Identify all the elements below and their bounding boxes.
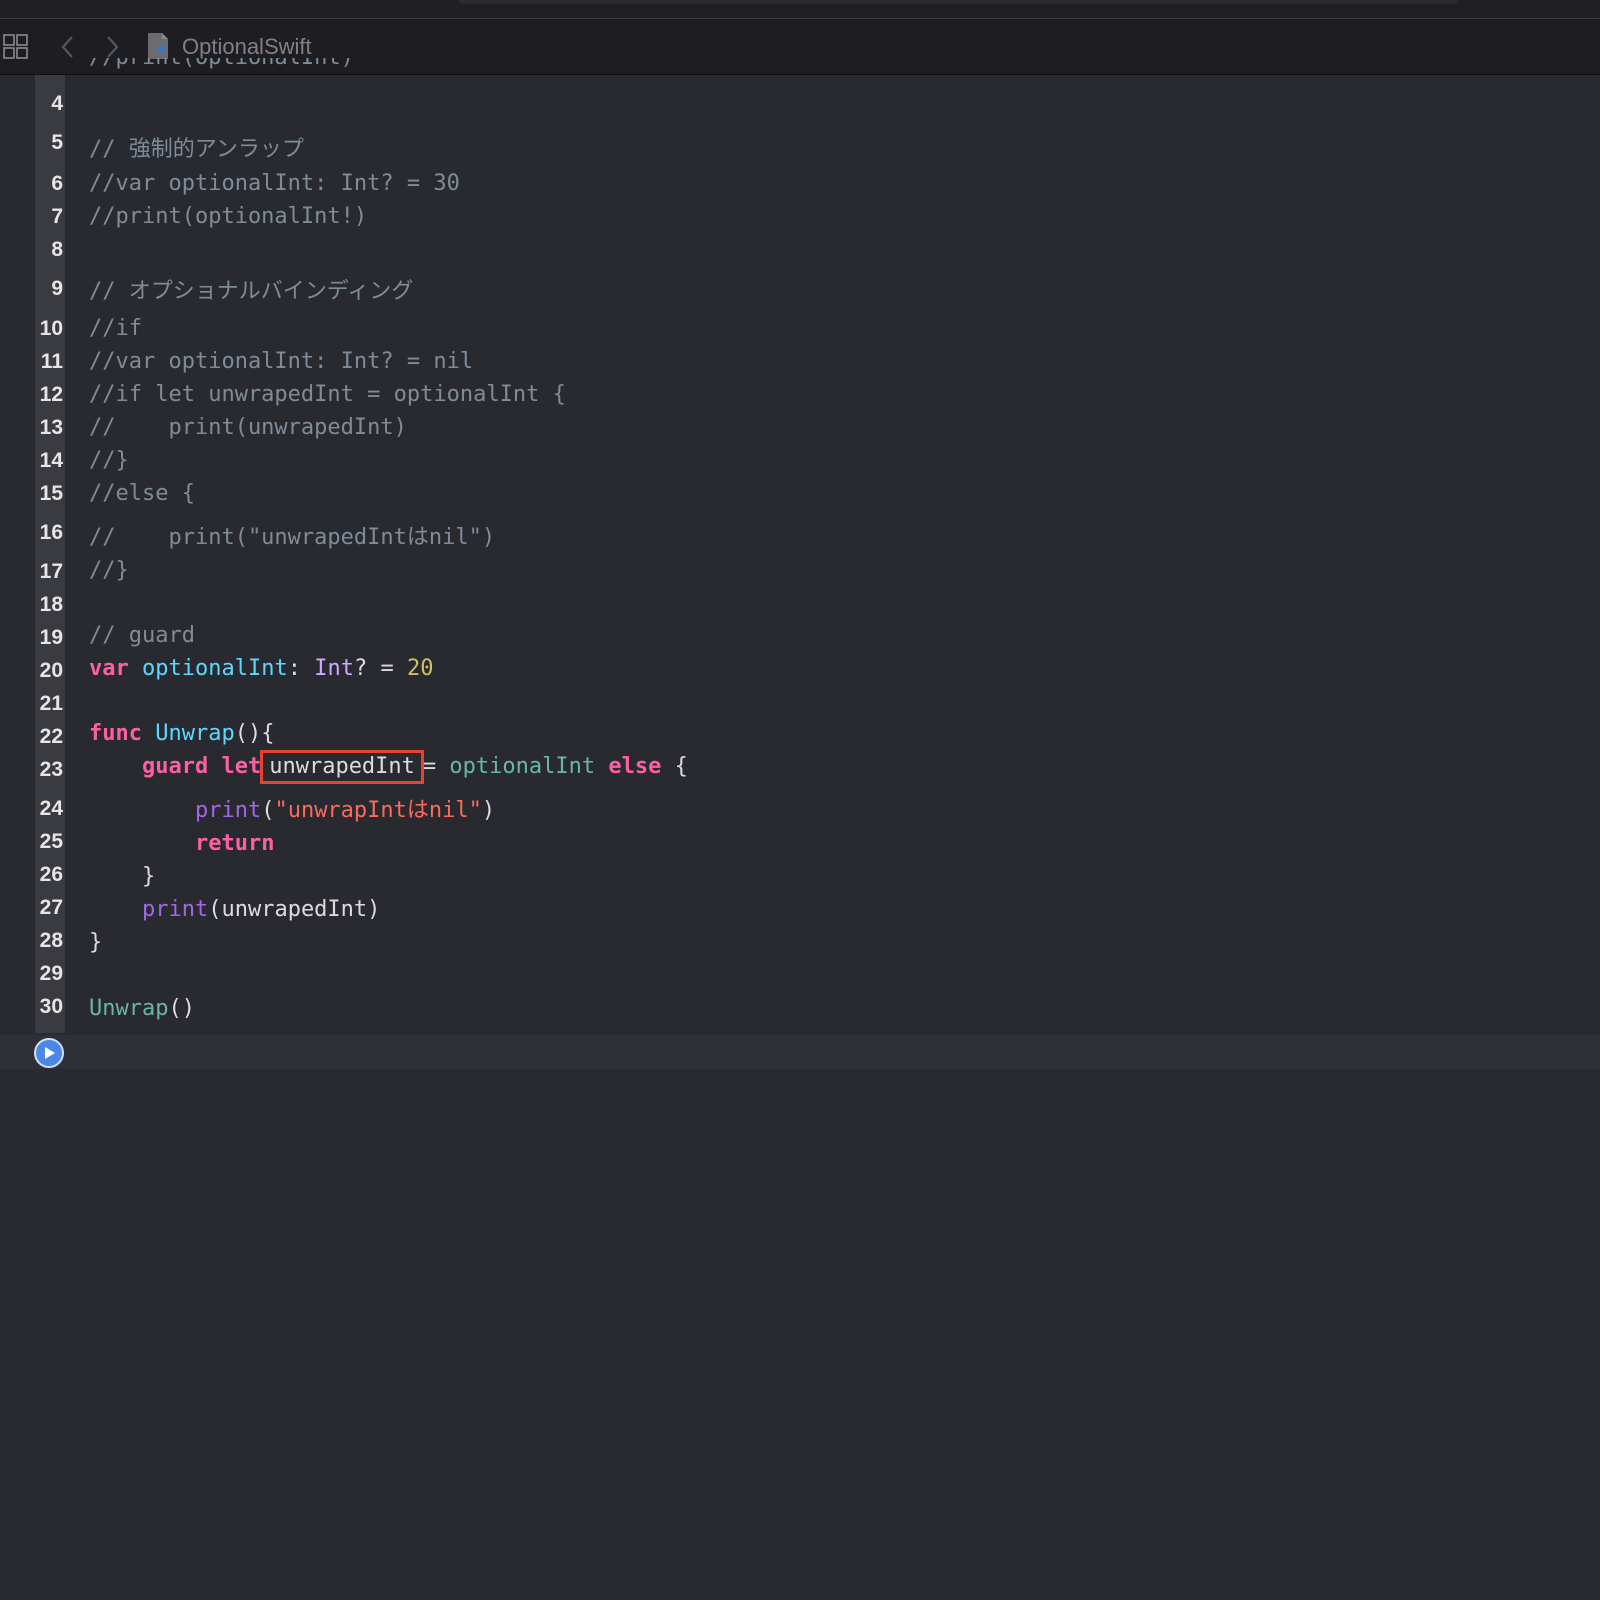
line-number: 25 <box>39 830 63 853</box>
function-call-token: print <box>194 798 262 823</box>
code-line[interactable]: print(unwrapedInt) <box>89 896 380 924</box>
line-number: 10 <box>39 317 63 340</box>
operator-token: = <box>422 754 437 779</box>
line-number: 6 <box>51 172 63 195</box>
line-number: 23 <box>39 758 63 781</box>
line-number: 9 <box>51 277 63 300</box>
code-line[interactable]: //} <box>89 447 129 475</box>
highlighted-variable[interactable]: unwrapedInt <box>260 750 424 784</box>
operator-token: ? = <box>353 656 394 681</box>
line-number: 17 <box>39 560 63 583</box>
punctuation-token: () <box>168 996 195 1021</box>
line-number: 16 <box>39 521 63 544</box>
keyword-token: let <box>221 754 262 779</box>
line-number: 4 <box>51 92 63 115</box>
chevron-left-icon[interactable] <box>56 33 80 61</box>
line-number: 29 <box>39 962 63 985</box>
line-number: 18 <box>39 593 63 616</box>
code-line[interactable]: // guard <box>89 622 195 650</box>
punctuation-token: ( <box>208 897 222 922</box>
current-line-highlight[interactable] <box>0 1035 1600 1069</box>
punctuation-token: : <box>287 656 301 681</box>
line-number: 15 <box>39 482 63 505</box>
code-line[interactable]: // print("unwrapedIntはnil") <box>89 524 495 552</box>
keyword-token: var <box>89 656 129 681</box>
code-line[interactable]: guard let unwrapedInt = optionalInt else { <box>89 750 688 784</box>
code-line[interactable]: //if <box>89 315 142 343</box>
line-number: 19 <box>39 626 63 649</box>
line-number: 22 <box>39 725 63 748</box>
string-token: "unwrapIntはnil" <box>274 798 482 823</box>
line-number: 26 <box>39 863 63 886</box>
code-line[interactable]: print("unwrapIntはnil") <box>89 797 495 825</box>
code-line[interactable]: //if let unwrapedInt = optionalInt { <box>89 381 566 409</box>
line-number: 5 <box>51 131 63 154</box>
code-line[interactable]: //var optionalInt: Int? = nil <box>89 348 473 376</box>
keyword-token: else <box>608 754 662 779</box>
line-number: 8 <box>51 238 63 261</box>
line-number: 13 <box>39 416 63 439</box>
keyword-token: return <box>194 831 275 856</box>
punctuation-token: (){ <box>234 721 275 746</box>
punctuation-token: ( <box>261 798 275 823</box>
keyword-token: func <box>89 721 142 746</box>
code-line[interactable]: //print(optionalInt!) <box>89 203 367 231</box>
code-line[interactable]: // オプショナルバインディング <box>89 278 413 306</box>
code-line[interactable]: // print(unwrapedInt) <box>89 414 407 442</box>
keyword-token: guard <box>141 754 209 779</box>
punctuation-token: { <box>674 754 688 779</box>
code-line[interactable]: return <box>89 830 274 858</box>
type-token: Int <box>314 656 354 681</box>
identifier-token: unwrapedInt <box>221 897 368 922</box>
code-line[interactable]: //} <box>89 557 129 585</box>
window-top-strip <box>0 0 1600 19</box>
punctuation-token: ) <box>481 798 496 823</box>
identifier-token: optionalInt <box>449 754 596 779</box>
code-line[interactable]: } <box>89 929 102 957</box>
code-line[interactable]: var optionalInt: Int? = 20 <box>89 655 433 683</box>
function-call-token: print <box>141 897 209 922</box>
line-number: 21 <box>39 692 63 715</box>
swift-file-icon <box>146 31 170 61</box>
punctuation-token: } <box>89 930 103 955</box>
line-number: 11 <box>40 350 63 373</box>
line-number: 30 <box>39 995 63 1018</box>
play-icon[interactable] <box>34 1038 64 1068</box>
line-number: 28 <box>39 929 63 952</box>
identifier-token: optionalInt <box>142 656 288 681</box>
partial-code-line: //print(optionalInt) <box>89 58 354 74</box>
function-call-token: Unwrap <box>89 996 169 1021</box>
punctuation-token: ) <box>367 897 381 922</box>
code-line[interactable]: // 強制的アンラップ <box>89 136 304 164</box>
line-number: 27 <box>39 896 63 919</box>
number-token: 20 <box>406 656 434 681</box>
punctuation-token: } <box>141 864 156 889</box>
code-line[interactable]: Unwrap() <box>89 995 195 1023</box>
file-name-breadcrumb[interactable]: OptionalSwift <box>182 34 312 60</box>
tab-scroll-indicator <box>458 0 1458 4</box>
line-number: 7 <box>51 205 63 228</box>
related-items-grid-icon[interactable] <box>2 33 30 61</box>
code-line[interactable]: //var optionalInt: Int? = 30 <box>89 170 460 198</box>
chevron-right-icon[interactable] <box>100 33 124 61</box>
code-line[interactable]: //else { <box>89 480 195 508</box>
line-number: 20 <box>39 659 63 682</box>
function-name-token: Unwrap <box>155 721 235 746</box>
code-line[interactable]: func Unwrap(){ <box>89 720 274 748</box>
line-number: 24 <box>39 797 63 820</box>
line-number: 14 <box>39 449 63 472</box>
code-line[interactable]: } <box>89 863 155 891</box>
line-number: 12 <box>39 383 63 406</box>
